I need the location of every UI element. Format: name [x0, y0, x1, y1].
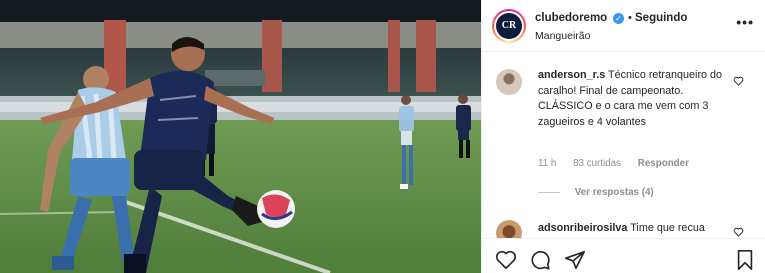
comment-time: 11 h	[538, 158, 557, 169]
comments-list: anderson_r.s Técnico retranqueiro do car…	[482, 53, 765, 238]
heart-icon[interactable]	[733, 227, 744, 237]
comment-item: anderson_r.s Técnico retranqueiro do car…	[538, 68, 728, 130]
instagram-post: CR clubedoremo ✓ • Seguindo Mangueirão •…	[0, 0, 765, 273]
heart-icon[interactable]	[495, 249, 517, 271]
commenter-avatar[interactable]	[496, 220, 522, 238]
replies-divider	[538, 191, 560, 193]
share-icon[interactable]	[564, 249, 586, 271]
comment-meta: 11 h 83 curtidas Responder	[538, 158, 703, 169]
post-photo[interactable]	[0, 0, 481, 273]
comment-username[interactable]: adsonribeirosilva	[538, 222, 627, 234]
view-replies-label: Ver respostas (4)	[574, 187, 654, 198]
post-actions-bar	[482, 238, 765, 273]
football-match-photo	[0, 0, 481, 273]
comment-item: adsonribeirosilva Time que recua	[538, 221, 728, 237]
following-button[interactable]: Seguindo	[635, 12, 687, 24]
post-location[interactable]: Mangueirão	[535, 30, 590, 42]
post-side-panel: CR clubedoremo ✓ • Seguindo Mangueirão •…	[481, 0, 765, 273]
football	[257, 190, 295, 228]
view-replies-button[interactable]: Ver respostas (4)	[538, 187, 654, 198]
commenter-avatar[interactable]	[496, 69, 522, 95]
reply-button[interactable]: Responder	[638, 158, 689, 169]
profile-avatar[interactable]: CR	[492, 9, 526, 43]
comment-text: Time que recua	[630, 222, 705, 234]
bookmark-icon[interactable]	[734, 249, 756, 271]
post-header: CR clubedoremo ✓ • Seguindo Mangueirão •…	[482, 0, 765, 52]
comment-likes[interactable]: 83 curtidas	[573, 158, 621, 169]
post-username[interactable]: clubedoremo	[535, 12, 607, 24]
club-logo: CR	[496, 13, 522, 39]
heart-icon[interactable]	[733, 76, 744, 86]
more-options-icon[interactable]: •••	[736, 14, 754, 30]
follow-separator: •	[628, 12, 632, 24]
comment-username[interactable]: anderson_r.s	[538, 69, 605, 81]
comment-icon[interactable]	[529, 249, 551, 271]
verified-badge-icon: ✓	[613, 13, 624, 24]
